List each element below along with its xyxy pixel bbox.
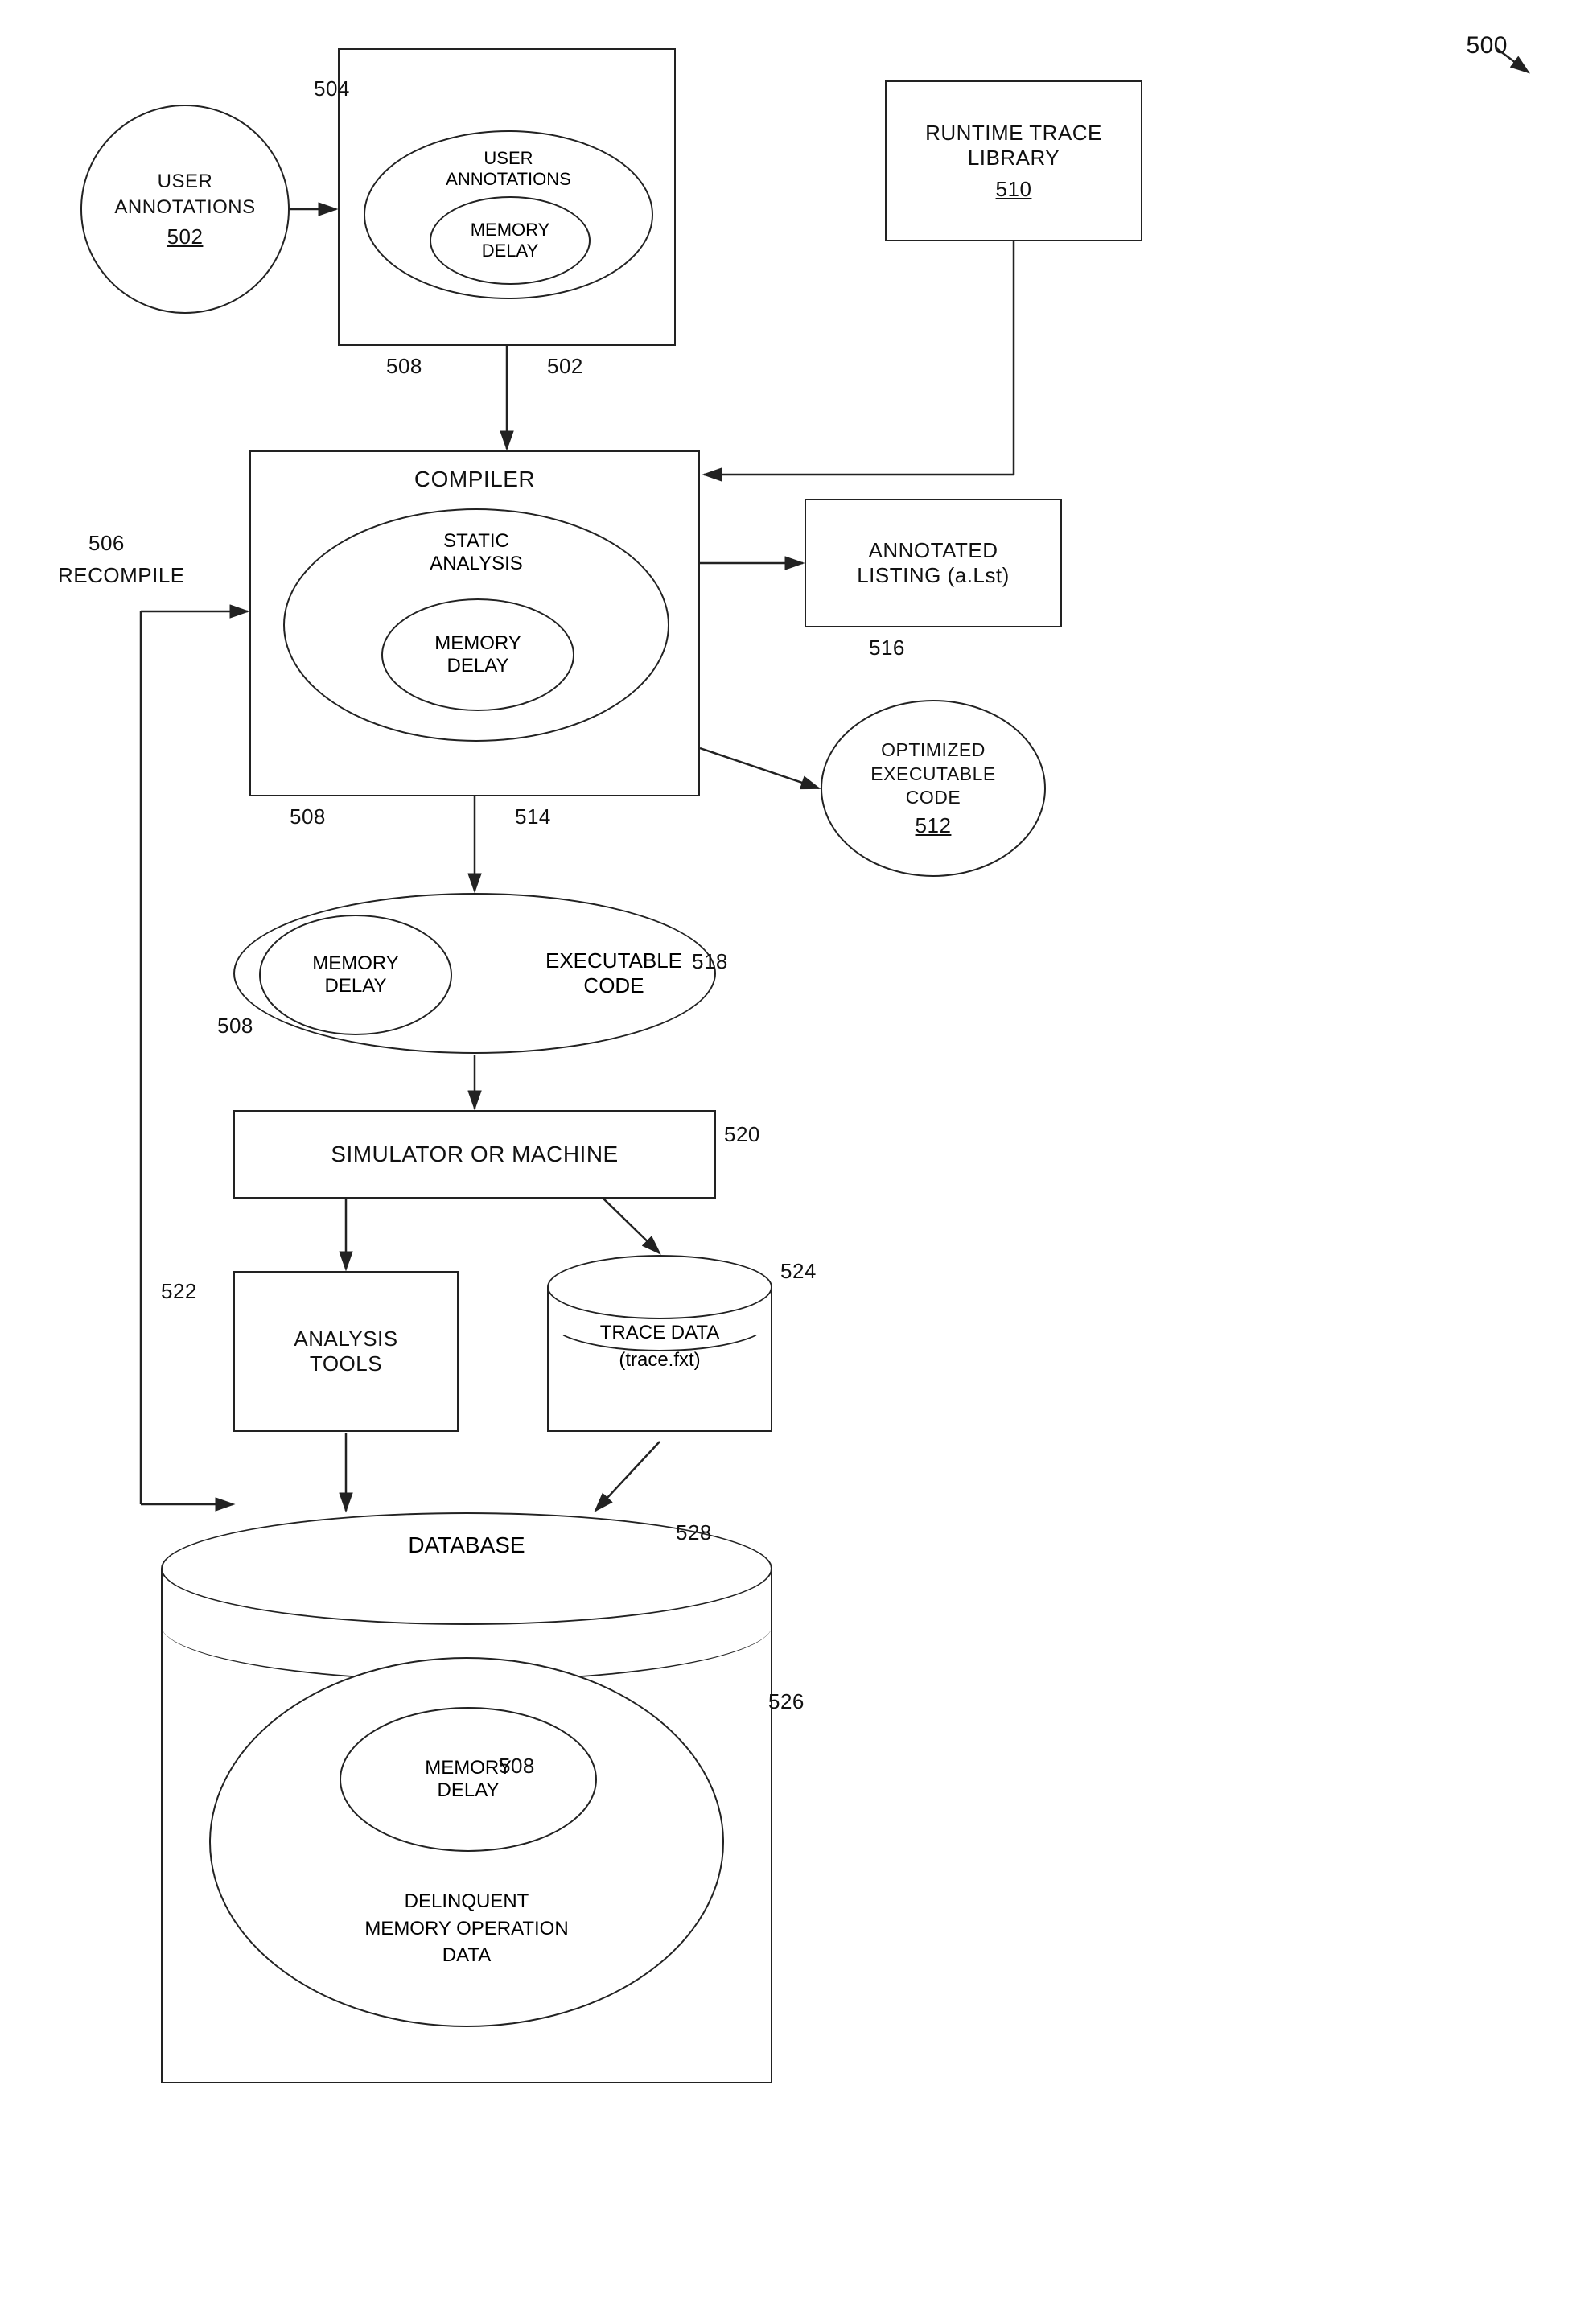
optimized-exec-label: OPTIMIZEDEXECUTABLECODE bbox=[870, 738, 995, 811]
app-source-code-box: APPLICATIONSOURCE CODE USERANNOTATIONS M… bbox=[338, 48, 676, 346]
runtime-trace-label: RUNTIME TRACELIBRARY bbox=[925, 121, 1102, 171]
analysis-tools-label: ANALYSISTOOLS bbox=[294, 1327, 397, 1376]
exec-ellipse-ref-518: 518 bbox=[692, 949, 728, 974]
exec-combined-ellipse: MEMORYDELAY EXECUTABLECODE bbox=[233, 893, 716, 1054]
optimized-exec-circle: OPTIMIZEDEXECUTABLECODE 512 bbox=[821, 700, 1046, 877]
user-annotations-circle-ref: 502 bbox=[114, 224, 255, 249]
simulator-ref: 520 bbox=[724, 1122, 760, 1147]
database-ref-526: 526 bbox=[768, 1689, 805, 1714]
database-cylinder: DATABASE MEMORYDELAY DELINQUENTMEMORY OP… bbox=[161, 1512, 772, 2108]
optimized-exec-ref: 512 bbox=[870, 813, 995, 838]
database-inner-ref-508: 508 bbox=[499, 1754, 535, 1779]
compiler-label: COMPILER bbox=[414, 467, 535, 492]
recompile-ref: 506 bbox=[88, 531, 125, 556]
analysis-tools-ref: 522 bbox=[161, 1279, 197, 1304]
trace-data-ref: 524 bbox=[780, 1259, 817, 1284]
simulator-box: SIMULATOR OR MACHINE bbox=[233, 1110, 716, 1199]
compiler-box: COMPILER STATICANALYSIS MEMORYDELAY bbox=[249, 450, 700, 796]
app-source-ref-508: 508 bbox=[386, 354, 422, 379]
app-source-ref-502: 502 bbox=[547, 354, 583, 379]
annotated-listing-box: ANNOTATEDLISTING (a.Lst) bbox=[805, 499, 1062, 627]
analysis-tools-box: ANALYSISTOOLS bbox=[233, 1271, 459, 1432]
app-source-ref-504: 504 bbox=[314, 76, 350, 101]
recompile-label: RECOMPILE bbox=[58, 563, 185, 588]
figure-number: 500 bbox=[1466, 32, 1508, 60]
simulator-label: SIMULATOR OR MACHINE bbox=[331, 1141, 618, 1167]
user-annotations-circle-label: USERANNOTATIONS bbox=[114, 169, 255, 219]
exec-ellipse-ref-508: 508 bbox=[217, 1014, 253, 1039]
trace-data-cylinder: TRACE DATA(trace.fxt) bbox=[547, 1255, 772, 1440]
runtime-trace-box: RUNTIME TRACELIBRARY 510 bbox=[885, 80, 1142, 241]
compiler-ref-514: 514 bbox=[515, 804, 551, 829]
user-annotations-circle: USERANNOTATIONS 502 bbox=[80, 105, 290, 314]
annotated-listing-ref: 516 bbox=[869, 636, 905, 660]
diagram: 500 USERANNOTATIONS 502 APPLICATIONSOURC… bbox=[0, 0, 1572, 2324]
compiler-ref-508: 508 bbox=[290, 804, 326, 829]
database-ref-528: 528 bbox=[676, 1520, 712, 1545]
annotated-listing-label: ANNOTATEDLISTING (a.Lst) bbox=[857, 538, 1010, 588]
runtime-trace-ref: 510 bbox=[996, 177, 1032, 202]
